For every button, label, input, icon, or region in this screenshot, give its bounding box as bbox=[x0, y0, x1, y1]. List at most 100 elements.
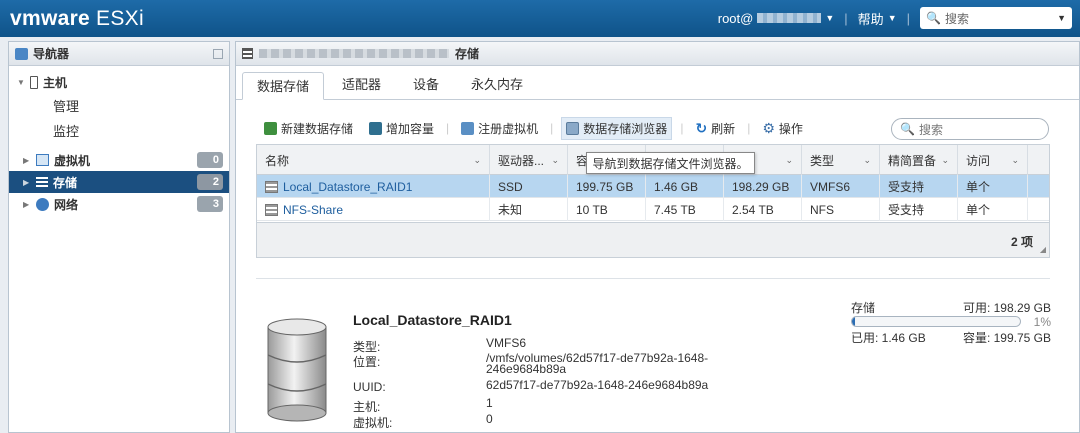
type-cell: VMFS6 bbox=[802, 175, 880, 198]
count-badge: 2 bbox=[197, 174, 223, 190]
nav-host[interactable]: ▼ 主机 bbox=[9, 71, 229, 93]
datastore-name-cell[interactable]: NFS-Share bbox=[257, 198, 490, 221]
nav-monitor-label: 监控 bbox=[53, 124, 80, 139]
increase-capacity-label: 增加容量 bbox=[386, 121, 435, 136]
thin-cell: 受支持 bbox=[880, 175, 958, 198]
help-label: 帮助 bbox=[857, 11, 884, 27]
nav-vms-label: 虚拟机 bbox=[54, 153, 91, 168]
top-search-input[interactable]: 🔍 搜索 ▼ bbox=[920, 7, 1072, 29]
network-icon bbox=[36, 197, 49, 211]
column-header-drive[interactable]: 驱动器... ⌄ bbox=[490, 145, 568, 175]
refresh-button[interactable]: ↻ 刷新 bbox=[691, 118, 739, 139]
access-cell: 单个 bbox=[958, 198, 1028, 221]
brand-name: vmware bbox=[10, 7, 91, 30]
nav-item-vms[interactable]: ▶ 虚拟机 0 bbox=[9, 149, 229, 171]
nav-manage-label: 管理 bbox=[53, 99, 80, 114]
nav-host-monitor[interactable]: 监控 bbox=[9, 118, 229, 143]
chevron-down-icon[interactable]: ⌄ bbox=[473, 155, 481, 166]
product-name: ESXi bbox=[96, 7, 144, 30]
count-badge: 0 bbox=[197, 152, 223, 168]
search-icon: 🔍 bbox=[900, 122, 915, 136]
actions-button[interactable]: ⚙ 操作 bbox=[758, 118, 807, 139]
datastore-icon bbox=[265, 180, 278, 193]
host-label: 主机 bbox=[43, 75, 68, 90]
expand-right-icon[interactable]: ▶ bbox=[23, 178, 31, 187]
chevron-down-icon[interactable]: ⌄ bbox=[551, 155, 559, 166]
expand-right-icon[interactable]: ▶ bbox=[23, 200, 31, 209]
drive-cell: SSD bbox=[490, 175, 568, 198]
masked-hostname bbox=[757, 13, 822, 23]
datastore-icon bbox=[265, 203, 278, 216]
detail-label: UUID: bbox=[353, 380, 386, 394]
new-datastore-icon bbox=[264, 121, 277, 135]
chevron-down-icon[interactable]: ▼ bbox=[1057, 13, 1066, 23]
provisioned-cell: 7.45 TB bbox=[646, 198, 724, 221]
item-count: 2 项 bbox=[1010, 235, 1033, 249]
divider: | bbox=[550, 121, 554, 135]
tab-persistent-memory[interactable]: 永久内存 bbox=[457, 71, 537, 99]
datastore-detail-title: Local_Datastore_RAID1 bbox=[353, 312, 512, 328]
detail-location: 位置: /vmfs/volumes/62d57f17-de77b92a-1648… bbox=[353, 352, 708, 375]
main-panel: 存储 数据存储 适配器 设备 永久内存 新建数据存储 增加容量 | 注册虚拟机 … bbox=[235, 41, 1080, 433]
header-title: 存储 bbox=[455, 47, 480, 61]
storage-progress-fill bbox=[852, 317, 855, 326]
user-menu[interactable]: root@ ▼ bbox=[718, 11, 835, 26]
datastore-browser-button[interactable]: 数据存储浏览器 bbox=[561, 116, 673, 140]
table-row[interactable]: Local_Datastore_RAID1 SSD 199.75 GB 1.46… bbox=[257, 175, 1049, 198]
datastore-name: Local_Datastore_RAID1 bbox=[283, 179, 413, 194]
count-badge: 3 bbox=[197, 196, 223, 212]
detail-label: 位置: bbox=[353, 355, 381, 369]
storage-capacity: 容量: 199.75 GB bbox=[962, 331, 1051, 345]
storage-used: 已用: 1.46 GB bbox=[851, 331, 926, 345]
column-label: 类型 bbox=[810, 153, 835, 168]
help-menu[interactable]: 帮助 ▼ bbox=[858, 9, 897, 28]
chevron-down-icon[interactable]: ⌄ bbox=[1011, 155, 1019, 166]
increase-capacity-icon bbox=[369, 121, 383, 135]
table-row[interactable]: NFS-Share 未知 10 TB 7.45 TB 2.54 TB NFS 受… bbox=[257, 198, 1049, 221]
datastore-name-cell[interactable]: Local_Datastore_RAID1 bbox=[257, 175, 490, 198]
divider: | bbox=[446, 121, 450, 135]
tab-datastores[interactable]: 数据存储 bbox=[242, 72, 325, 100]
chevron-down-icon[interactable]: ⌄ bbox=[785, 155, 793, 166]
tab-adapters[interactable]: 适配器 bbox=[328, 71, 395, 99]
column-label: 驱动器... bbox=[498, 153, 545, 168]
register-vm-label: 注册虚拟机 bbox=[478, 121, 539, 136]
refresh-icon: ↻ bbox=[695, 119, 708, 136]
host-icon bbox=[30, 75, 38, 89]
nav-host-manage[interactable]: 管理 bbox=[9, 93, 229, 118]
detail-value: 62d57f17-de77b92a-1648-246e9684b89a bbox=[486, 378, 709, 392]
expand-right-icon[interactable]: ▶ bbox=[23, 156, 31, 165]
chevron-down-icon[interactable]: ⌄ bbox=[863, 155, 871, 166]
column-header-type[interactable]: 类型 ⌄ bbox=[802, 145, 880, 175]
nav-item-storage[interactable]: ▶ 存储 2 bbox=[9, 171, 229, 193]
tab-devices[interactable]: 设备 bbox=[399, 71, 453, 99]
datastore-browser-label: 数据存储浏览器 bbox=[583, 121, 668, 136]
capacity-cell: 10 TB bbox=[568, 198, 646, 221]
actions-label: 操作 bbox=[778, 121, 803, 136]
column-header-name[interactable]: 名称 ⌄ bbox=[257, 145, 490, 175]
increase-capacity-button[interactable]: 增加容量 bbox=[365, 118, 438, 139]
top-bar: vmware ESXi root@ ▼ | 帮助 ▼ | 🔍 搜索 ▼ bbox=[0, 0, 1080, 37]
collapse-icon[interactable] bbox=[213, 48, 223, 59]
resize-handle-icon[interactable]: ◢ bbox=[1040, 245, 1046, 254]
thin-cell: 受支持 bbox=[880, 198, 958, 221]
column-label: 访问 bbox=[966, 153, 991, 168]
nav-item-network[interactable]: ▶ 网络 3 bbox=[9, 193, 229, 215]
storage-icon bbox=[36, 176, 48, 188]
datastore-search-input[interactable]: 🔍 搜索 bbox=[891, 118, 1049, 140]
vm-icon bbox=[36, 154, 49, 166]
divider: | bbox=[906, 10, 910, 26]
storage-icon bbox=[242, 48, 253, 59]
expand-down-icon[interactable]: ▼ bbox=[17, 78, 25, 87]
chevron-down-icon[interactable]: ⌄ bbox=[941, 155, 949, 166]
column-header-thin[interactable]: 精简置备 ⌄ bbox=[880, 145, 958, 175]
register-vm-button[interactable]: 注册虚拟机 bbox=[457, 118, 542, 139]
new-datastore-button[interactable]: 新建数据存储 bbox=[260, 118, 357, 139]
drive-cell: 未知 bbox=[490, 198, 568, 221]
access-cell: 单个 bbox=[958, 175, 1028, 198]
storage-label: 存储 bbox=[851, 301, 876, 315]
main-header: 存储 bbox=[236, 42, 1079, 66]
column-header-access[interactable]: 访问 ⌄ bbox=[958, 145, 1028, 175]
datastore-browser-icon bbox=[566, 121, 580, 135]
datastore-name: NFS-Share bbox=[283, 202, 344, 217]
